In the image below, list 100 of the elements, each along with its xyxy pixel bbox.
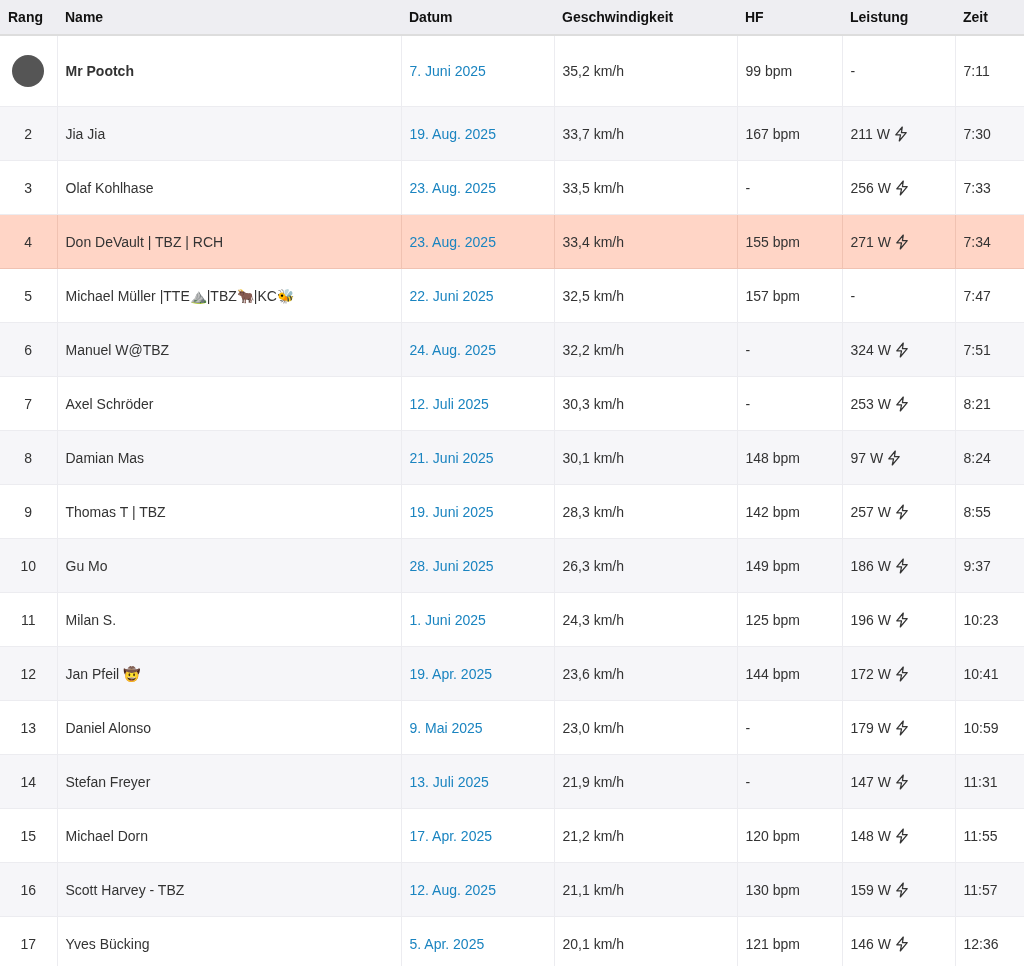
time-value: 7:33 [963,179,991,196]
date-link[interactable]: 7. Juni 2025 [409,63,486,79]
date-link[interactable]: 19. Juni 2025 [409,503,494,520]
rank-number: 6 [24,341,33,358]
date-link[interactable]: 12. Aug. 2025 [409,881,496,898]
power-value: 147 W [850,773,891,790]
time-value: 7:30 [963,125,991,142]
power-value: 186 W [850,557,891,574]
date-link[interactable]: 24. Aug. 2025 [409,341,496,358]
speed-value: 21,2 km/h [562,827,624,844]
athlete-name[interactable]: Thomas T | TBZ [65,503,166,520]
athlete-name[interactable]: Daniel Alonso [65,719,152,736]
date-link[interactable]: 9. Mai 2025 [409,719,483,736]
date-link[interactable]: 19. Aug. 2025 [409,125,496,142]
column-header: Datum [401,0,554,35]
heart-rate-value: - [745,341,751,358]
speed-value: 23,0 km/h [562,719,624,736]
rank-number: 7 [24,395,33,412]
speed-value: 32,5 km/h [562,287,624,304]
time-value: 7:34 [963,233,991,250]
power-value: 324 W [850,341,891,358]
speed-value: 28,3 km/h [562,503,624,520]
speed-value: 30,3 km/h [562,395,624,412]
rank-number: 10 [20,557,37,574]
date-link[interactable]: 22. Juni 2025 [409,287,494,304]
athlete-name[interactable]: Gu Mo [65,557,108,574]
power-value: - [850,63,856,79]
column-header: Leistung [842,0,955,35]
rank-number: 14 [20,773,37,790]
date-link[interactable]: 12. Juli 2025 [409,395,489,412]
date-link[interactable]: 19. Apr. 2025 [409,665,493,682]
speed-value: 30,1 km/h [562,449,624,466]
athlete-name[interactable]: Don DeVault | TBZ | RCH [65,233,224,250]
speed-value: 35,2 km/h [562,63,624,79]
athlete-name[interactable]: Manuel W@TBZ [65,341,170,358]
heart-rate-value: 149 bpm [745,557,800,574]
time-value: 10:23 [963,611,999,628]
date-link[interactable]: 23. Aug. 2025 [409,179,496,196]
speed-value: 33,7 km/h [562,125,624,142]
athlete-name[interactable]: Milan S. [65,611,117,628]
power-value: 97 W [850,449,884,466]
heart-rate-value: - [745,773,751,790]
power-value: 196 W [850,611,891,628]
speed-value: 20,1 km/h [562,935,624,952]
time-value: 10:41 [963,665,999,682]
rank-number: 17 [20,935,37,952]
column-header: HF [737,0,842,35]
rank-number: 13 [20,719,37,736]
heart-rate-value: 155 bpm [745,233,800,250]
time-value: 11:57 [963,881,998,898]
power-value: 179 W [850,719,891,736]
power-value: 146 W [850,935,891,952]
column-header: Name [57,0,401,35]
heart-rate-value: 167 bpm [745,125,800,142]
athlete-name[interactable]: Olaf Kohlhase [65,179,154,196]
athlete-name[interactable]: Damian Mas [65,449,145,466]
date-link[interactable]: 1. Juni 2025 [409,611,486,628]
athlete-name[interactable]: Jia Jia [65,125,106,142]
heart-rate-value: 99 bpm [745,63,793,79]
rank-number: 8 [24,449,33,466]
heart-rate-value: 120 bpm [745,827,800,844]
power-value: 211 W [850,125,890,142]
time-value: 7:47 [963,287,991,304]
rank-number: 16 [20,881,37,898]
date-link[interactable]: 17. Apr. 2025 [409,827,493,844]
heart-rate-value: 148 bpm [745,449,800,466]
date-link[interactable]: 21. Juni 2025 [409,449,494,466]
speed-value: 26,3 km/h [562,557,624,574]
rank-number: 9 [24,503,33,520]
date-link[interactable]: 5. Apr. 2025 [409,935,485,952]
athlete-name[interactable]: Mr Pootch [65,63,134,79]
column-header: Zeit [955,0,1024,35]
time-value: 8:24 [963,449,991,466]
power-value: 148 W [850,827,891,844]
date-link[interactable]: 13. Juli 2025 [409,773,489,790]
column-header: Geschwindigkeit [554,0,737,35]
heart-rate-value: 130 bpm [745,881,800,898]
time-value: 8:21 [963,395,991,412]
avatar [12,55,45,87]
athlete-name[interactable]: Scott Harvey - TBZ [65,881,185,898]
athlete-name[interactable]: Jan Pfeil 🤠 [65,665,141,682]
time-value: 7:11 [963,63,990,79]
athlete-name[interactable]: Axel Schröder [65,395,154,412]
athlete-name[interactable]: Stefan Freyer [65,773,151,790]
athlete-name[interactable]: Michael Dorn [65,827,148,844]
rank-number: 12 [20,665,37,682]
heart-rate-value: 121 bpm [745,935,800,952]
time-value: 12:36 [963,935,999,952]
rank-number: 5 [24,287,33,304]
athlete-name[interactable]: Yves Bücking [65,935,150,952]
speed-value: 21,9 km/h [562,773,624,790]
speed-value: 33,5 km/h [562,179,624,196]
power-value: 172 W [850,665,891,682]
date-link[interactable]: 28. Juni 2025 [409,557,494,574]
heart-rate-value: 125 bpm [745,611,800,628]
time-value: 8:55 [963,503,991,520]
column-header: Rang [0,0,57,35]
rank-number: 3 [24,179,33,196]
heart-rate-value: 144 bpm [745,665,800,682]
athlete-name[interactable]: Michael Müller |TTE⛰|TBZ🐂|KC🐝 [65,287,294,304]
